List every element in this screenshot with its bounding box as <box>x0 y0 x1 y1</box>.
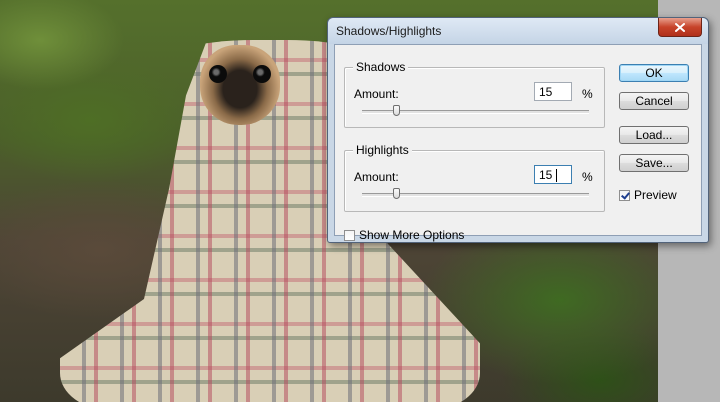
highlights-percent-unit: % <box>582 170 593 184</box>
checkbox-icon[interactable] <box>619 189 630 201</box>
dialog-title: Shadows/Highlights <box>336 24 442 38</box>
preview-label: Preview <box>634 188 677 202</box>
checkbox-icon[interactable] <box>344 229 355 241</box>
dialog-client: Shadows Amount: % Highlights Amount: 15 … <box>334 44 702 242</box>
highlights-group: Highlights Amount: 15 % <box>344 143 605 212</box>
close-button[interactable] <box>658 18 702 37</box>
ok-button[interactable]: OK <box>619 64 689 82</box>
shadows-amount-label: Amount: <box>354 87 399 101</box>
cancel-button[interactable]: Cancel <box>619 92 689 110</box>
text-caret <box>556 169 557 182</box>
preview-checkbox[interactable]: Preview <box>619 188 677 202</box>
highlights-amount-value: 15 <box>539 168 553 182</box>
shadows-group: Shadows Amount: % <box>344 60 605 128</box>
shadows-legend: Shadows <box>353 60 409 74</box>
show-more-options-label: Show More Options <box>359 228 465 242</box>
shadows-percent-unit: % <box>582 87 593 101</box>
highlights-amount-input[interactable]: 15 <box>534 165 572 184</box>
highlights-slider-thumb[interactable] <box>393 188 401 199</box>
shadows-highlights-dialog: Shadows/Highlights Shadows Amount: % Hig… <box>327 17 709 243</box>
highlights-legend: Highlights <box>353 143 412 157</box>
show-more-options-checkbox[interactable]: Show More Options <box>344 228 464 242</box>
shadows-amount-input[interactable] <box>534 82 572 101</box>
dialog-titlebar[interactable]: Shadows/Highlights <box>328 18 708 44</box>
save-button[interactable]: Save... <box>619 154 689 172</box>
shadows-slider-thumb[interactable] <box>393 105 401 116</box>
pug-face <box>200 45 280 125</box>
load-button[interactable]: Load... <box>619 126 689 144</box>
close-icon <box>675 22 685 32</box>
highlights-amount-label: Amount: <box>354 170 399 184</box>
